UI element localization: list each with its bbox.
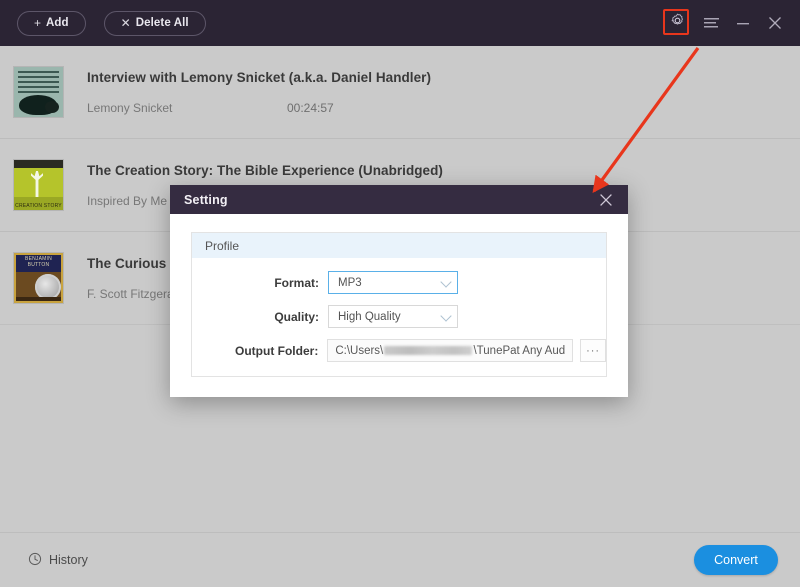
item-title: The Creation Story: The Bible Experience… [87,162,443,178]
delete-all-button-label: Delete All [135,17,189,29]
chevron-down-icon [440,309,452,322]
output-path-suffix: \TunePat Any Aud [473,344,566,357]
convert-button-label: Convert [714,553,758,567]
lemony-snicket-cover [14,67,63,117]
format-value: MP3 [338,276,362,289]
output-folder-input[interactable]: C:\Users\ \TunePat Any Aud [327,339,574,362]
profile-panel: Profile Format: MP3 Quality: High Qualit… [191,232,607,377]
format-select[interactable]: MP3 [328,271,458,294]
row-subline: Lemony Snicket 00:24:57 [87,101,800,115]
settings-button[interactable] [663,9,690,36]
quality-row: Quality: High Quality [192,305,606,328]
profile-fields: Format: MP3 Quality: High Quality Output… [192,258,606,362]
output-folder-label: Output Folder: [235,343,319,358]
close-window-button[interactable] [762,10,788,36]
dialog-close-button[interactable] [594,188,618,212]
output-path-prefix: C:\Users\ [335,344,384,357]
item-author: Lemony Snicket [87,100,173,115]
item-duration: 00:24:57 [287,100,334,115]
application-window: + Add ✕ Delete All Interview with Lemony… [0,0,800,587]
quality-select[interactable]: High Quality [328,305,458,328]
chevron-down-icon [440,275,452,288]
item-title: Interview with Lemony Snicket (a.k.a. Da… [87,69,431,85]
window-controls [663,0,788,46]
browse-folder-button[interactable]: ··· [580,339,606,362]
quality-label: Quality: [274,309,319,324]
gear-icon [670,13,685,33]
delete-all-button[interactable]: ✕ Delete All [103,10,206,36]
history-button[interactable]: History [28,552,88,569]
row-meta: Interview with Lemony Snicket (a.k.a. Da… [87,70,800,115]
redacted-username [384,346,473,355]
close-x-icon: ✕ [120,16,131,30]
profile-section-title: Profile [192,233,606,258]
table-row[interactable]: Interview with Lemony Snicket (a.k.a. Da… [0,46,800,139]
format-label: Format: [274,275,319,290]
settings-dialog: Setting Profile Format: MP3 Quality: Hig… [170,185,628,397]
close-icon [600,193,612,206]
dialog-title: Setting [184,192,228,207]
minimize-button[interactable] [730,10,756,36]
output-folder-row: Output Folder: C:\Users\ \TunePat Any Au… [192,339,606,362]
dialog-titlebar: Setting [170,185,628,214]
titlebar: + Add ✕ Delete All [0,0,800,46]
benjamin-button-cover: BENJAMIN BUTTON [14,253,63,303]
history-label: History [49,553,88,567]
dialog-body: Profile Format: MP3 Quality: High Qualit… [170,214,628,397]
browse-button-label: ··· [586,344,601,357]
menu-button[interactable] [698,10,724,36]
clock-icon [28,552,42,569]
convert-button[interactable]: Convert [694,545,778,575]
add-button-label: Add [46,17,69,29]
cover-caption: CREATION STORY [15,203,62,209]
plus-icon: + [34,16,42,30]
quality-value: High Quality [338,310,401,323]
footer-bar: History Convert [0,532,800,587]
add-button[interactable]: + Add [17,10,86,36]
format-row: Format: MP3 [192,271,606,294]
creation-story-cover: CREATION STORY [14,160,63,210]
minimize-icon [736,17,750,29]
close-icon [768,16,782,30]
hamburger-menu-icon [703,17,719,29]
